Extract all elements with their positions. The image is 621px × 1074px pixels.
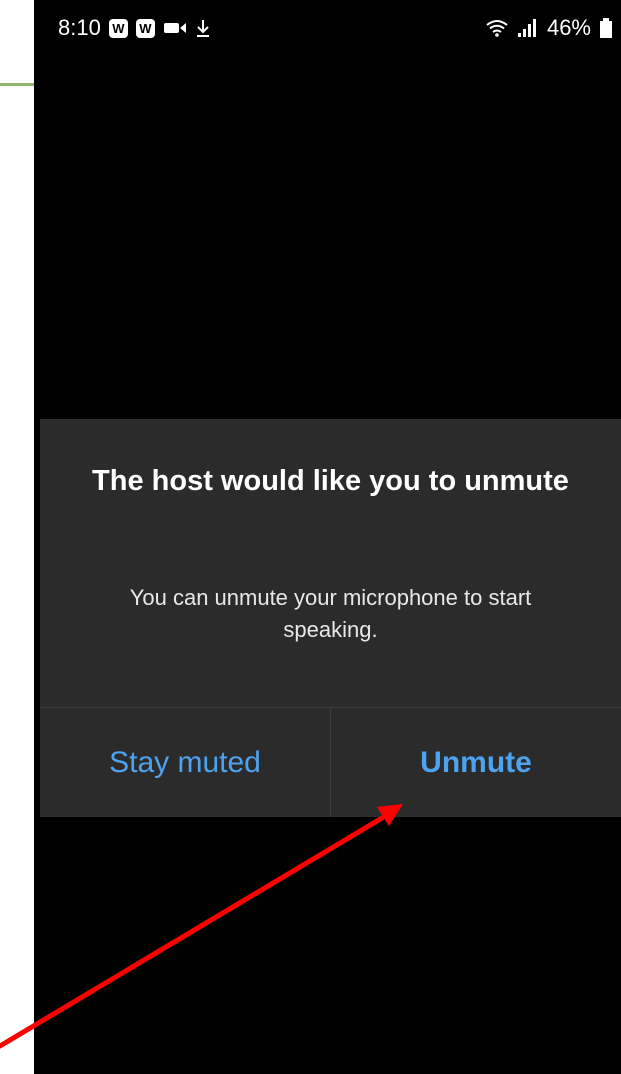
unmute-request-dialog: The host would like you to unmute You ca… <box>40 419 621 817</box>
battery-icon <box>599 17 613 39</box>
unmute-button[interactable]: Unmute <box>331 708 621 817</box>
status-bar: 8:10 W W 46% <box>34 0 621 62</box>
battery-percent: 46% <box>546 15 591 40</box>
dialog-title: The host would like you to unmute <box>92 465 569 497</box>
status-bar-left: 8:10 W W <box>58 15 211 41</box>
dialog-message: You can unmute your microphone to start … <box>129 585 532 642</box>
stay-muted-button[interactable]: Stay muted <box>40 708 330 817</box>
screenshot-page: 8:10 W W 46% The host would like you to … <box>0 0 621 1074</box>
signal-icon <box>517 18 539 38</box>
status-bar-right: 46% <box>485 15 613 41</box>
phone-screen: 8:10 W W 46% The host would like you to … <box>34 0 621 1074</box>
download-icon <box>195 18 211 38</box>
status-time: 8:10 <box>58 15 101 40</box>
wifi-icon <box>485 18 509 38</box>
document-rule-line <box>0 83 34 86</box>
word-app-icon: W <box>135 18 155 38</box>
word-app-icon: W <box>108 18 128 38</box>
video-camera-icon <box>163 20 187 36</box>
